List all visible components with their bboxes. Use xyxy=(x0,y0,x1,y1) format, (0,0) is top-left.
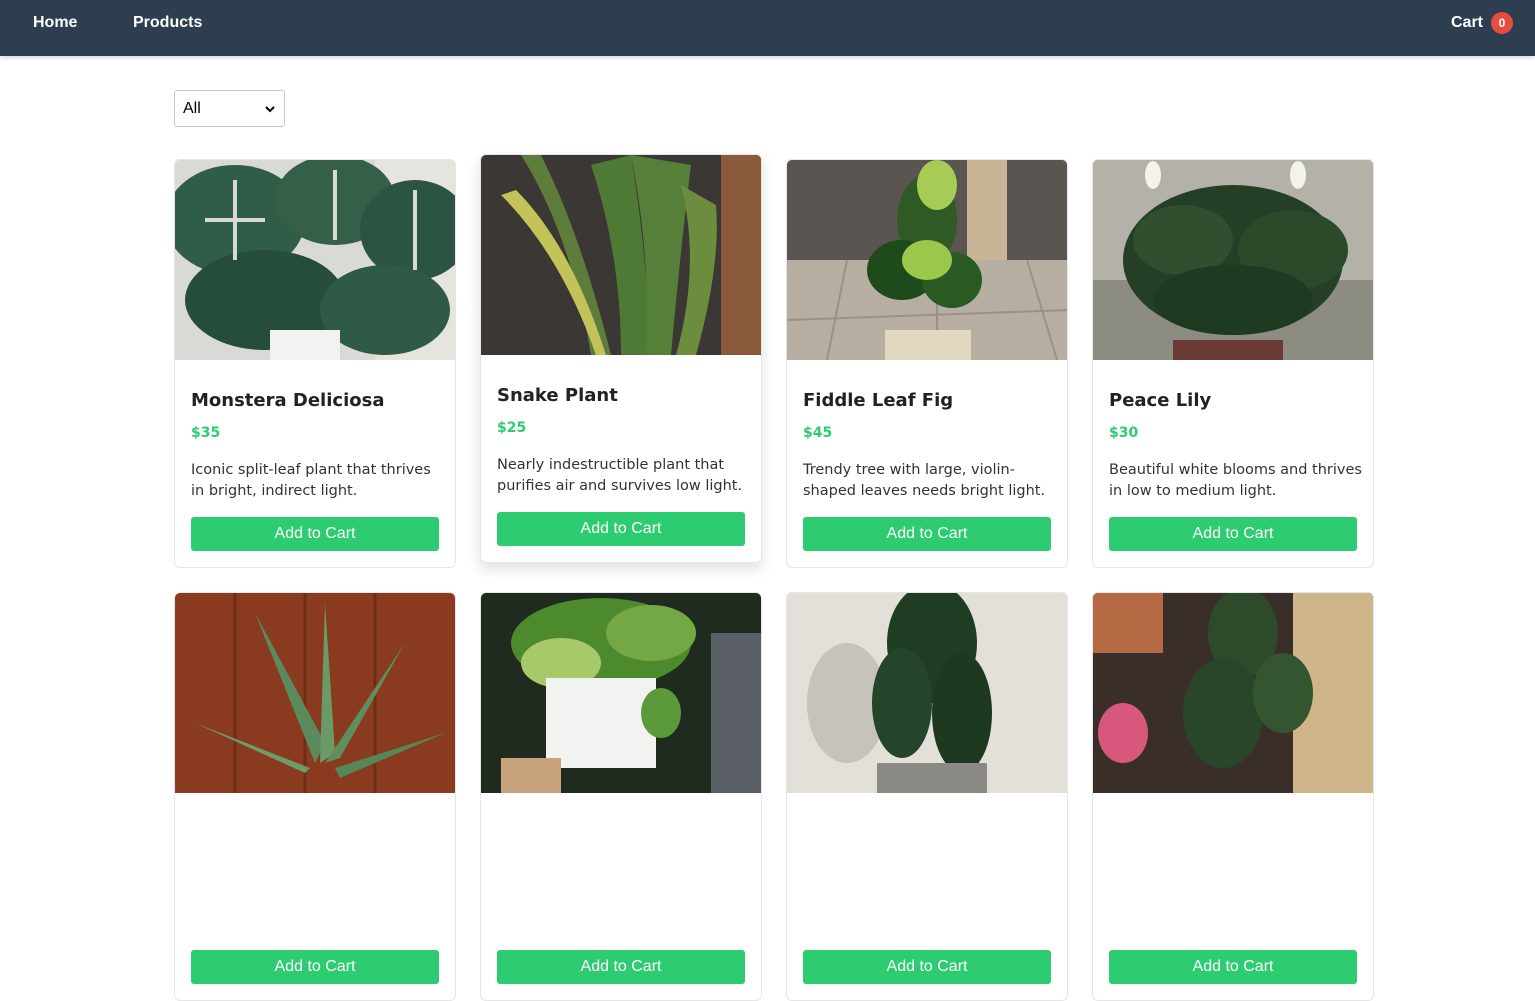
product-name: Fiddle Leaf Fig xyxy=(803,390,954,411)
product-description: Iconic split-leaf plant that thrives in … xyxy=(191,462,431,499)
product-card: Fiddle Leaf Fig $45 Trendy tree with lar… xyxy=(786,159,1068,568)
cart-count-badge: 0 xyxy=(1491,12,1513,34)
add-to-cart-button[interactable]: Add to Cart xyxy=(1109,517,1357,551)
product-price: $35 xyxy=(191,425,221,441)
product-card: Snake Plant $25 Nearly indestructible pl… xyxy=(480,154,762,563)
product-price: $25 xyxy=(497,420,527,436)
nav-products-link[interactable]: Products xyxy=(133,0,202,46)
product-description: Trendy tree with large, violin-shaped le… xyxy=(803,462,1046,499)
product-image-aloe xyxy=(175,593,455,793)
product-card: Monstera Deliciosa $35 Iconic split-leaf… xyxy=(174,159,456,568)
product-name: Peace Lily xyxy=(1109,390,1212,411)
product-card: Add to Cart xyxy=(480,592,762,1001)
product-image-fiddle-leaf-fig xyxy=(787,160,1067,360)
cart-button[interactable]: Cart 0 xyxy=(1451,11,1513,35)
product-description: Beautiful white blooms and thrives in lo… xyxy=(1109,462,1362,499)
filter-selected-value: All xyxy=(183,99,201,117)
cart-label: Cart xyxy=(1450,14,1483,31)
product-name: Snake Plant xyxy=(497,385,618,406)
product-card: Add to Cart xyxy=(786,592,1068,1001)
product-price: $30 xyxy=(1109,425,1139,441)
add-to-cart-button[interactable]: Add to Cart xyxy=(1109,950,1357,984)
add-to-cart-button[interactable]: Add to Cart xyxy=(191,517,439,551)
product-card: Add to Cart xyxy=(174,592,456,1001)
product-image-pothos xyxy=(481,593,761,793)
product-name: Monstera Deliciosa xyxy=(191,390,385,411)
product-description: Nearly indestructible plant that purifie… xyxy=(497,457,743,494)
category-filter-select[interactable]: All xyxy=(174,90,285,127)
add-to-cart-button[interactable]: Add to Cart xyxy=(497,950,745,984)
product-image-snake-plant xyxy=(481,155,761,355)
product-price: $45 xyxy=(803,425,833,441)
product-image-monstera xyxy=(175,160,455,360)
add-to-cart-button[interactable]: Add to Cart xyxy=(497,512,745,546)
product-card: Add to Cart xyxy=(1092,592,1374,1001)
product-image-peace-lily xyxy=(1093,160,1373,360)
add-to-cart-button[interactable]: Add to Cart xyxy=(191,950,439,984)
product-image-zz-plant xyxy=(787,593,1067,793)
product-image-rubber-plant xyxy=(1093,593,1373,793)
navbar: Home Products Cart 0 xyxy=(0,0,1535,56)
nav-home-link[interactable]: Home xyxy=(33,0,77,46)
chevron-down-icon xyxy=(265,105,275,112)
product-card: Peace Lily $30 Beautiful white blooms an… xyxy=(1092,159,1374,568)
add-to-cart-button[interactable]: Add to Cart xyxy=(803,950,1051,984)
add-to-cart-button[interactable]: Add to Cart xyxy=(803,517,1051,551)
